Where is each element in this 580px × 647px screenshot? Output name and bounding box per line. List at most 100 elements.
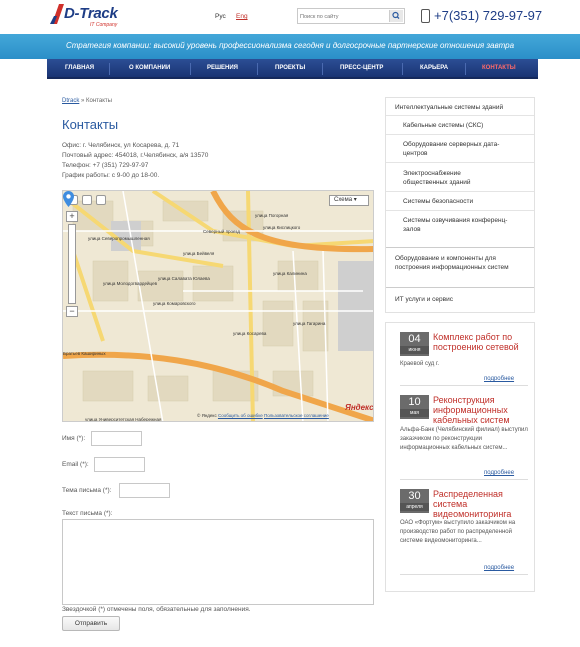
nav-divider xyxy=(322,63,323,75)
map-street-label: улица Университетская Набережная xyxy=(85,417,162,422)
sidebar-item-audio[interactable]: Системы озвучивания конференц-залов xyxy=(403,216,513,234)
sidebar-divider xyxy=(386,247,534,248)
map-type-select[interactable]: Схема ▾ xyxy=(329,195,369,206)
news-title[interactable]: Комплекс работ по построению сетевой xyxy=(433,332,533,352)
nav-item-solutions[interactable]: Решения xyxy=(207,65,238,71)
nav-divider xyxy=(190,63,191,75)
map-street-label: улица Кислицкого xyxy=(263,225,301,230)
map-zoom-slider[interactable] xyxy=(68,224,76,304)
nav-item-contacts[interactable]: Контакты xyxy=(482,65,516,71)
subject-label: Тема письма (*): xyxy=(62,487,112,494)
sidebar-group-equipment[interactable]: Оборудование и компоненты для построения… xyxy=(395,254,528,272)
nav-item-projects[interactable]: Проекты xyxy=(275,65,305,71)
nav-divider xyxy=(109,63,110,75)
news-divider xyxy=(400,479,528,480)
news-excerpt: Альфа-Банк (Челябинский филиал) выступил… xyxy=(400,427,528,451)
nav-divider xyxy=(465,63,466,75)
map-street-label: улица Калинина xyxy=(273,271,307,276)
slogan-text: Стратегия компании: высокий уровень проф… xyxy=(65,41,515,50)
slogan-banner: Стратегия компании: высокий уровень проф… xyxy=(0,34,580,59)
logo-subtitle: IT Company xyxy=(90,22,118,28)
map-street-label: улица Северопромышленная xyxy=(88,236,150,241)
logo-mark-icon xyxy=(50,4,64,24)
nav-item-career[interactable]: Карьера xyxy=(420,65,448,71)
sidebar-divider xyxy=(386,162,534,163)
news-day: 04 xyxy=(408,333,421,345)
working-hours: График работы: с 9-00 до 18-00. xyxy=(62,172,160,179)
map-copyright: © Яндекс xyxy=(197,413,217,418)
search-button[interactable] xyxy=(389,10,403,22)
yandex-map[interactable]: Схема ▾ + − улица Погорная улица Кислицк… xyxy=(62,190,374,422)
sidebar-item-power[interactable]: Электроснабжение общественных зданий xyxy=(403,169,503,187)
map-street-label: улица Комаровского xyxy=(153,301,196,306)
phone-icon xyxy=(421,9,430,23)
news-month: июня xyxy=(400,346,429,354)
nav-divider xyxy=(257,63,258,75)
name-field[interactable] xyxy=(91,431,142,446)
news-excerpt: ОАО «Фортум» выступило заказчиком на про… xyxy=(400,520,516,544)
news-date-badge: 10 мая xyxy=(400,395,429,419)
sidebar-divider xyxy=(386,134,534,135)
office-address: Офис: г. Челябинск, ул Косарева, д. 71 xyxy=(62,142,180,149)
lang-ru-link[interactable]: Рус xyxy=(215,13,226,20)
contact-info: Офис: г. Челябинск, ул Косарева, д. 71 П… xyxy=(62,141,208,181)
submit-button[interactable]: Отправить xyxy=(62,616,120,631)
map-zoom-out-button[interactable]: − xyxy=(66,306,78,317)
news-more-link[interactable]: подробнее xyxy=(484,565,514,571)
nav-item-about[interactable]: О компании xyxy=(129,65,170,71)
message-textarea[interactable] xyxy=(62,519,374,605)
news-more-link[interactable]: подробнее xyxy=(484,470,514,476)
news-divider xyxy=(400,385,528,386)
map-marker-icon[interactable] xyxy=(63,191,74,207)
required-note: Звездочкой (*) отмечены поля, обязательн… xyxy=(62,606,251,613)
map-street-label: Братьев Кашириных xyxy=(63,351,106,356)
breadcrumb-separator: » xyxy=(81,98,85,104)
map-report-error-link[interactable]: Сообщить об ошибке xyxy=(218,413,263,418)
subject-field[interactable] xyxy=(119,483,170,498)
map-canvas xyxy=(63,191,373,421)
yandex-logo: Яндекс xyxy=(345,403,374,412)
lang-en-link[interactable]: Eng xyxy=(236,13,248,20)
map-ruler-tool-icon[interactable] xyxy=(96,195,106,205)
header-phone: +7(351) 729-97-97 xyxy=(434,8,543,23)
sidebar-divider xyxy=(386,287,534,288)
map-terms-link[interactable]: Пользовательское соглашение xyxy=(264,413,329,418)
message-label: Текст письма (*): xyxy=(62,510,113,517)
sidebar-item-security[interactable]: Системы безопасности xyxy=(403,197,523,206)
map-street-label: улица Косарева xyxy=(233,331,267,336)
news-date-badge: 30 апреля xyxy=(400,489,429,513)
map-zoom-tool-icon[interactable] xyxy=(82,195,92,205)
news-title[interactable]: Распределенная система видеомониторинга xyxy=(433,489,533,519)
map-street-label: улица Погорная xyxy=(255,213,289,218)
news-month: апреля xyxy=(400,503,429,511)
main-nav: Главная О компании Решения Проекты Пресс… xyxy=(47,59,538,79)
nav-divider xyxy=(402,63,403,75)
sidebar-item-cabling[interactable]: Кабельные системы (СКС) xyxy=(403,121,523,130)
site-header: D-Track IT Company Рус Eng +7(351) 729-9… xyxy=(0,0,580,34)
email-field[interactable] xyxy=(94,457,145,472)
nav-item-press[interactable]: Пресс-центр xyxy=(340,65,383,71)
map-zoom-in-button[interactable]: + xyxy=(66,211,78,222)
sidebar-group-it-services[interactable]: ИТ услуги и сервис xyxy=(395,295,525,304)
name-label: Имя (*): xyxy=(62,435,86,442)
sidebar-item-datacenter[interactable]: Оборудование серверных дата-центров xyxy=(403,140,523,158)
map-street-label: улица Гагарина xyxy=(293,321,326,326)
breadcrumb: Dtrack » Контакты xyxy=(62,98,112,104)
sidebar-group-smart-buildings[interactable]: Интеллектуальные системы зданий xyxy=(395,103,530,112)
nav-item-home[interactable]: Главная xyxy=(65,65,94,71)
news-divider xyxy=(400,574,528,575)
breadcrumb-home-link[interactable]: Dtrack xyxy=(62,98,79,104)
map-street-label: улица Молодогвардейцев xyxy=(103,281,157,286)
map-street-label: Северный проезд xyxy=(203,229,241,234)
news-day: 30 xyxy=(408,490,421,502)
search-input[interactable] xyxy=(300,11,386,22)
news-month: мая xyxy=(400,409,429,417)
news-more-link[interactable]: подробнее xyxy=(484,376,514,382)
sidebar-divider xyxy=(386,115,534,116)
page-title: Контакты xyxy=(62,117,119,132)
logo-text: D-Track xyxy=(64,5,118,22)
postal-address: Почтовый адрес: 454018, г.Челябинск, а/я… xyxy=(62,152,209,159)
company-logo[interactable]: D-Track IT Company xyxy=(50,4,130,32)
news-title[interactable]: Реконструкция информационных кабельных с… xyxy=(433,395,533,425)
breadcrumb-current: Контакты xyxy=(86,98,112,104)
